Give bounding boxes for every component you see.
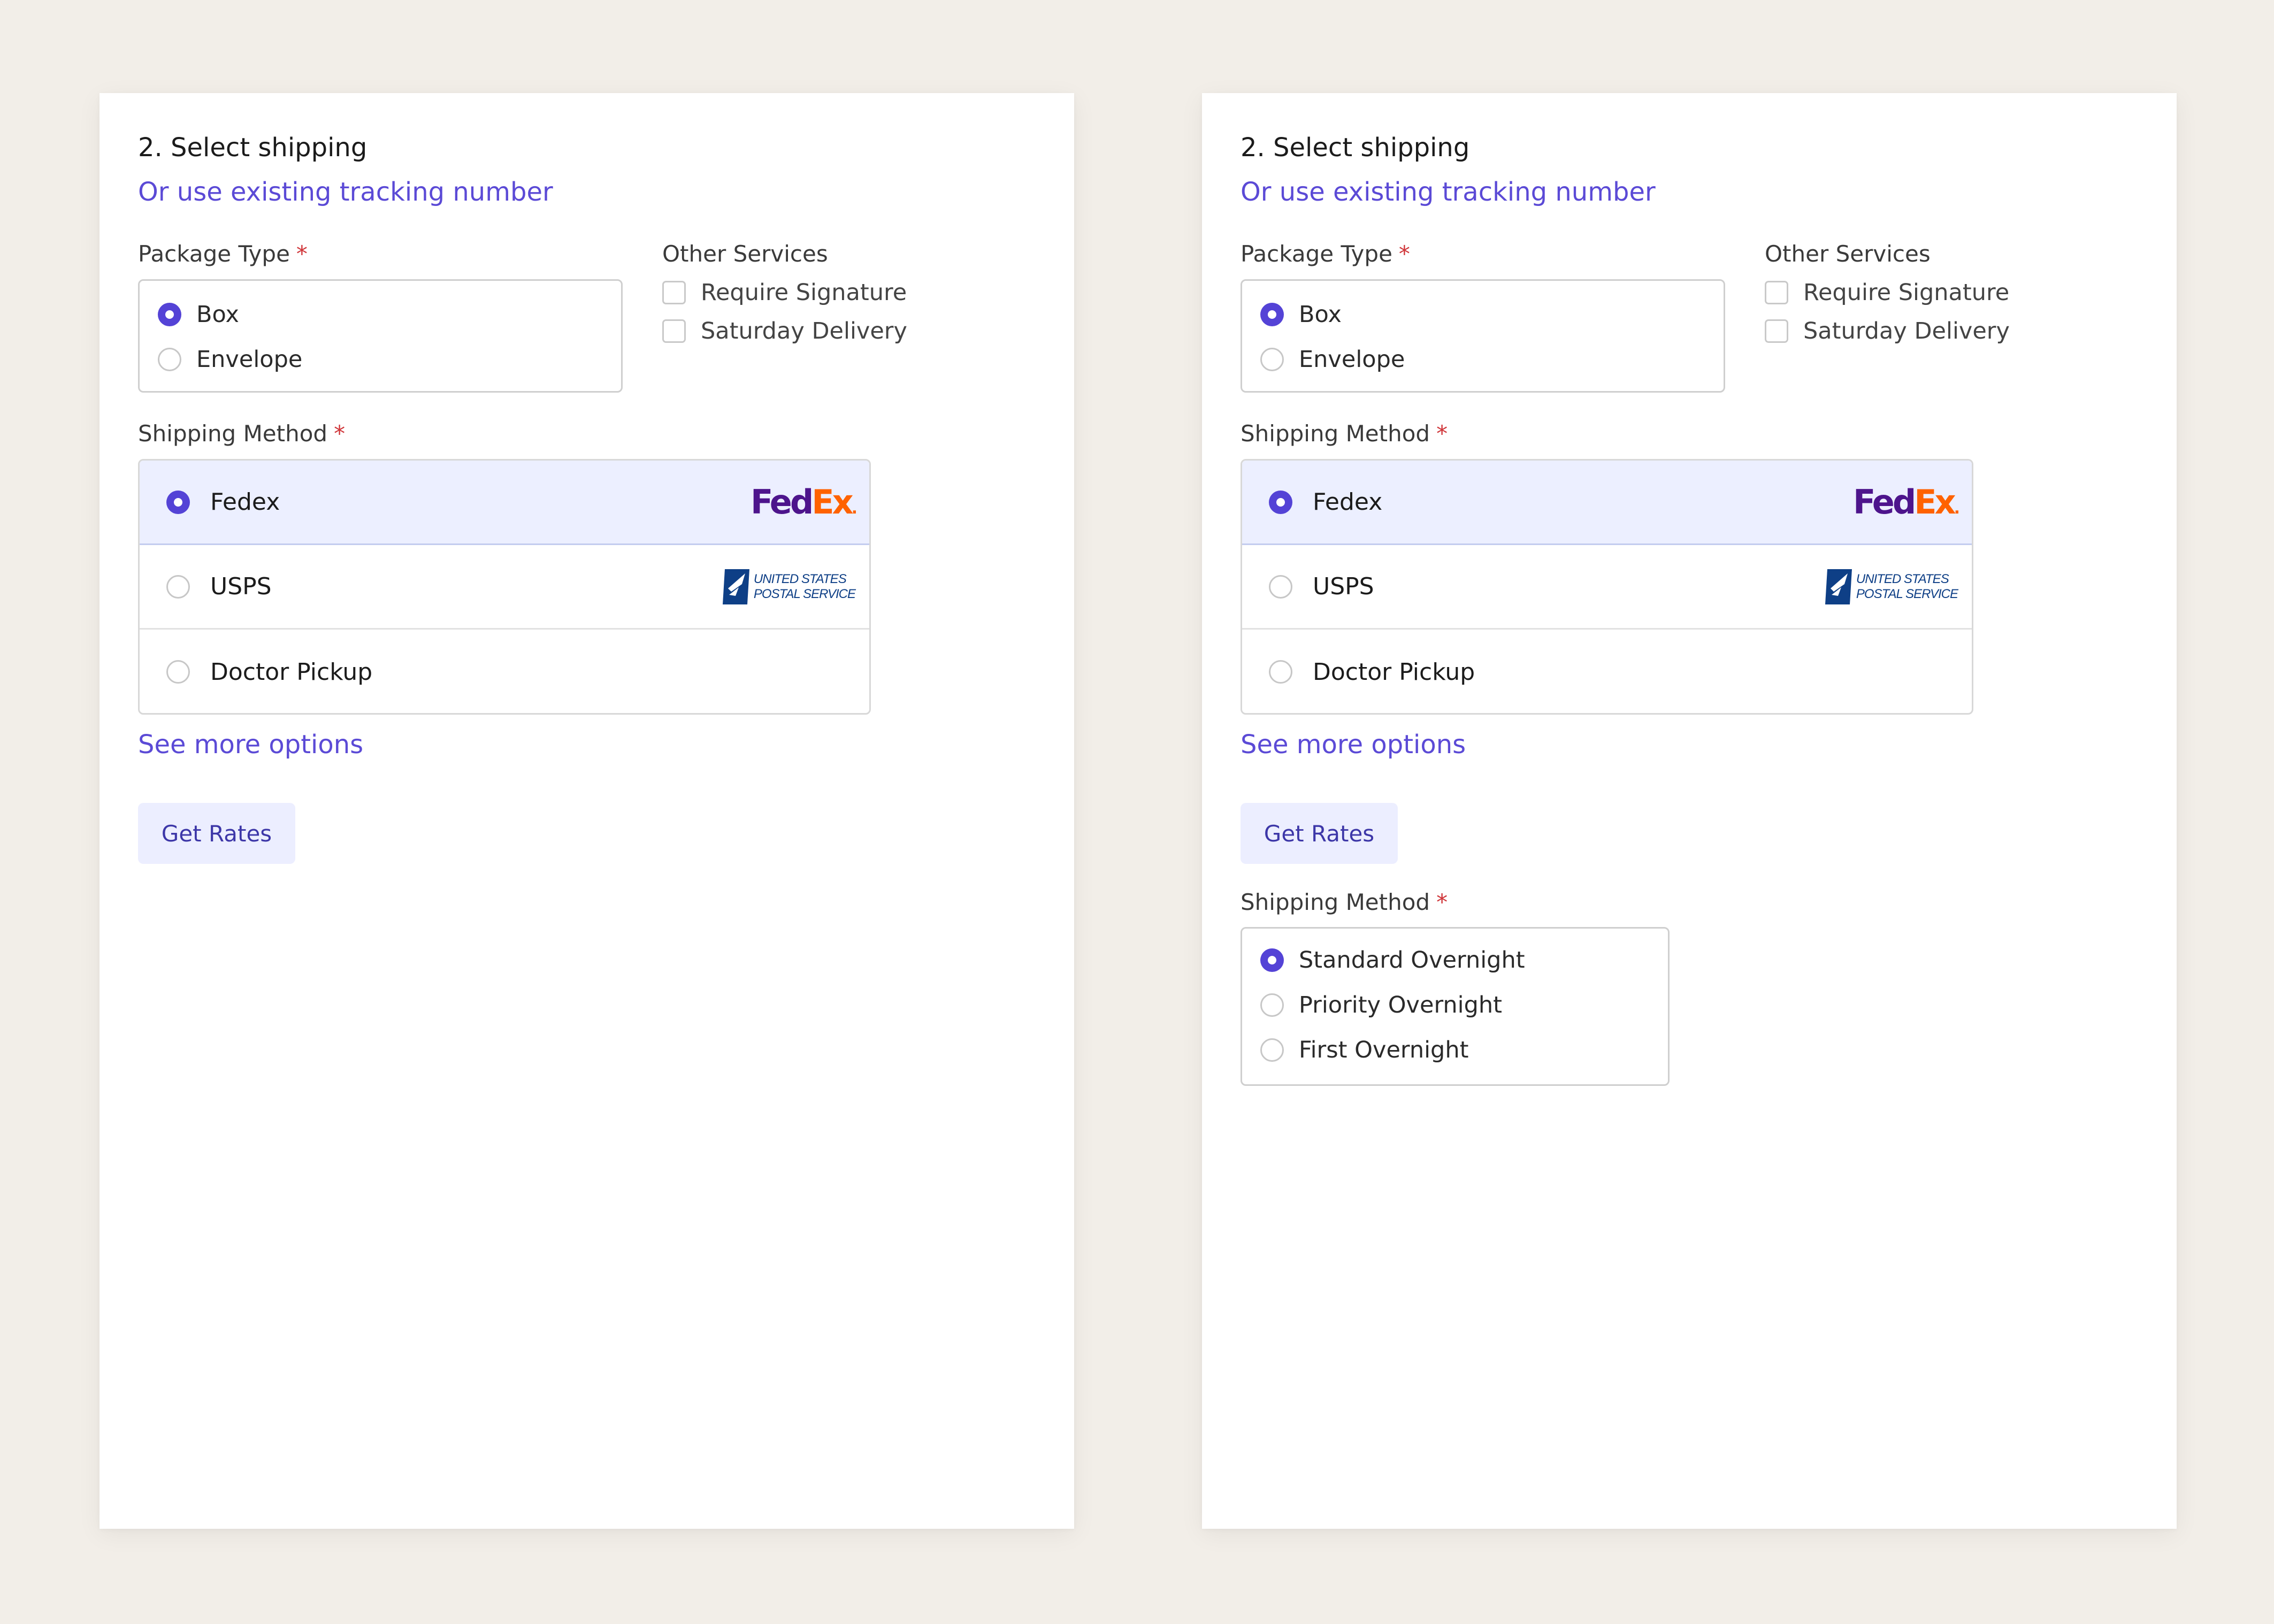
shipping-option-label: USPS <box>1313 573 1374 600</box>
usps-logo: UNITED STATES POSTAL SERVICE <box>1825 568 1958 606</box>
shipping-method-label: Shipping Method * <box>1241 420 1448 447</box>
radio-selected[interactable] <box>166 490 190 514</box>
shipping-panel-right: 2. Select shipping Or use existing track… <box>1202 93 2177 1529</box>
required-marker: * <box>1436 420 1448 447</box>
radio-selected[interactable] <box>158 303 181 326</box>
service-option-label: Priority Overnight <box>1299 992 1502 1018</box>
shipping-option-label: Doctor Pickup <box>210 658 373 686</box>
radio-unselected[interactable] <box>1260 348 1284 371</box>
radio-selected[interactable] <box>1260 948 1284 972</box>
radio-selected[interactable] <box>1269 490 1292 514</box>
service-saturday-delivery[interactable]: Saturday Delivery <box>1765 318 2010 344</box>
package-type-label: Package Type * <box>1241 241 1410 267</box>
package-option-box[interactable]: Box <box>158 301 239 328</box>
radio-unselected[interactable] <box>166 660 190 684</box>
shipping-option-label: USPS <box>210 573 272 600</box>
required-marker: * <box>334 420 346 447</box>
other-services-label: Other Services <box>1765 241 1931 267</box>
existing-tracking-link[interactable]: Or use existing tracking number <box>138 177 553 207</box>
radio-unselected[interactable] <box>1269 574 1292 599</box>
fedex-logo: FedEx. <box>750 482 857 522</box>
service-level-group: Standard Overnight Priority Overnight Fi… <box>1241 927 1670 1086</box>
get-rates-button[interactable]: Get Rates <box>1241 803 1398 864</box>
package-option-envelope[interactable]: Envelope <box>158 346 302 373</box>
shipping-option-label: Doctor Pickup <box>1313 658 1475 686</box>
checkbox[interactable] <box>662 281 686 304</box>
shipping-method-label-text: Shipping Method <box>138 420 328 447</box>
usps-eagle-icon <box>722 569 749 604</box>
shipping-option-label: Fedex <box>1313 488 1383 516</box>
required-marker: * <box>1398 241 1410 267</box>
shipping-option-doctor-pickup[interactable]: Doctor Pickup <box>140 630 869 713</box>
fedex-logo: FedEx. <box>1852 482 1960 522</box>
usps-logo: UNITED STATES POSTAL SERVICE <box>722 568 856 606</box>
checkbox[interactable] <box>662 319 686 343</box>
service-saturday-delivery[interactable]: Saturday Delivery <box>662 318 907 344</box>
usps-eagle-icon <box>1825 569 1852 604</box>
see-more-options-link[interactable]: See more options <box>1241 730 1466 760</box>
service-option-first-overnight[interactable]: First Overnight <box>1260 1037 1468 1063</box>
checkbox[interactable] <box>1765 281 1788 304</box>
required-marker: * <box>1436 889 1448 915</box>
radio-unselected[interactable] <box>166 574 190 599</box>
package-type-group: Box Envelope <box>1241 279 1725 393</box>
shipping-method-group: Fedex FedEx. USPS UNITED STATES POSTAL SE… <box>1241 459 1973 715</box>
service-option-priority-overnight[interactable]: Priority Overnight <box>1260 992 1502 1018</box>
service-level-label: Shipping Method * <box>1241 889 1448 915</box>
radio-unselected[interactable] <box>1269 660 1292 684</box>
shipping-option-usps[interactable]: USPS UNITED STATES POSTAL SERVICE <box>140 545 869 630</box>
shipping-method-label-text: Shipping Method <box>1241 420 1430 447</box>
shipping-method-label: Shipping Method * <box>138 420 345 447</box>
service-option-label: First Overnight <box>1299 1037 1469 1063</box>
service-label: Saturday Delivery <box>1803 318 2010 344</box>
service-label: Require Signature <box>1803 279 2010 306</box>
package-option-label: Box <box>196 301 239 328</box>
service-level-label-text: Shipping Method <box>1241 889 1430 915</box>
package-option-label: Box <box>1299 301 1342 328</box>
get-rates-button[interactable]: Get Rates <box>138 803 295 864</box>
required-marker: * <box>296 241 308 267</box>
radio-selected[interactable] <box>1260 303 1284 326</box>
shipping-option-fedex[interactable]: Fedex FedEx. <box>140 461 869 545</box>
other-services-label: Other Services <box>662 241 828 267</box>
service-option-label: Standard Overnight <box>1299 947 1525 974</box>
service-require-signature[interactable]: Require Signature <box>1765 279 2009 306</box>
existing-tracking-link[interactable]: Or use existing tracking number <box>1241 177 1656 207</box>
package-option-label: Envelope <box>1299 346 1405 373</box>
see-more-options-link[interactable]: See more options <box>138 730 363 760</box>
service-label: Saturday Delivery <box>701 318 907 344</box>
section-title: 2. Select shipping <box>1241 133 1470 163</box>
shipping-option-fedex[interactable]: Fedex FedEx. <box>1242 461 1972 545</box>
radio-unselected[interactable] <box>158 348 181 371</box>
section-title: 2. Select shipping <box>138 133 367 163</box>
package-type-label-text: Package Type <box>138 241 290 267</box>
package-option-envelope[interactable]: Envelope <box>1260 346 1405 373</box>
service-option-standard-overnight[interactable]: Standard Overnight <box>1260 947 1525 974</box>
package-type-group: Box Envelope <box>138 279 623 393</box>
package-type-label: Package Type * <box>138 241 308 267</box>
shipping-panel-left: 2. Select shipping Or use existing track… <box>99 93 1074 1529</box>
package-type-label-text: Package Type <box>1241 241 1392 267</box>
service-label: Require Signature <box>701 279 907 306</box>
radio-unselected[interactable] <box>1260 993 1284 1017</box>
package-option-label: Envelope <box>196 346 303 373</box>
checkbox[interactable] <box>1765 319 1788 343</box>
shipping-option-doctor-pickup[interactable]: Doctor Pickup <box>1242 630 1972 713</box>
radio-unselected[interactable] <box>1260 1038 1284 1062</box>
shipping-option-label: Fedex <box>210 488 280 516</box>
shipping-option-usps[interactable]: USPS UNITED STATES POSTAL SERVICE <box>1242 545 1972 630</box>
shipping-method-group: Fedex FedEx. USPS UNITED STATES POSTAL SE… <box>138 459 871 715</box>
package-option-box[interactable]: Box <box>1260 301 1342 328</box>
service-require-signature[interactable]: Require Signature <box>662 279 907 306</box>
